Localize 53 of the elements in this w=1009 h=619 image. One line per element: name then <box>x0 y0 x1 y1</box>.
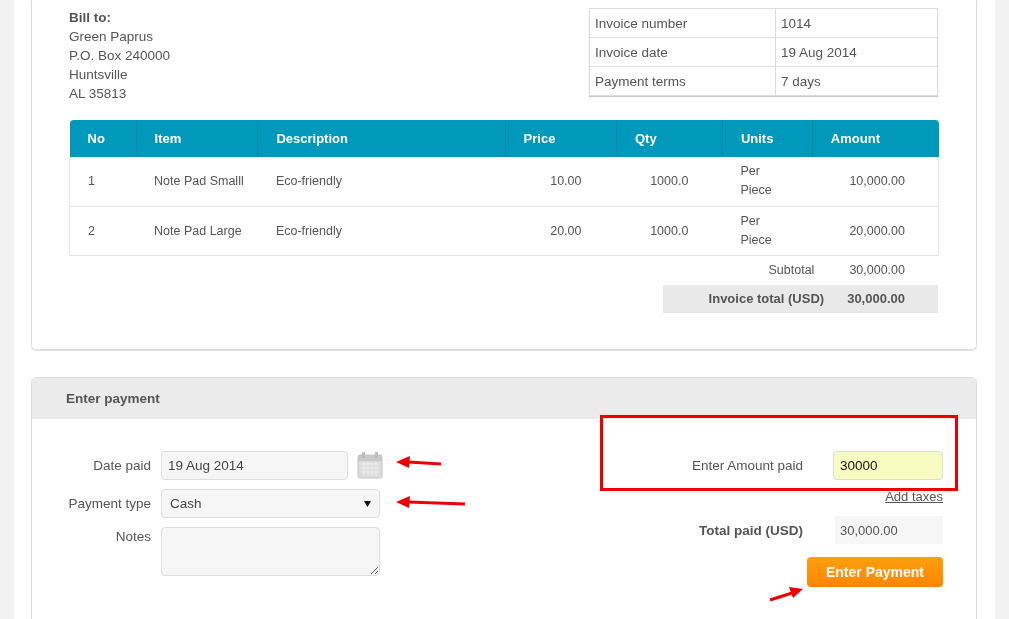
column-header: Item <box>136 120 258 157</box>
table-cell: Eco-friendly <box>257 206 506 255</box>
table-cell: Per Piece <box>722 157 813 206</box>
table-cell: 1014 <box>775 8 938 38</box>
column-header: Amount <box>812 120 939 157</box>
calendar-icon[interactable] <box>357 452 383 479</box>
table-cell: 1000.0 <box>616 206 723 255</box>
table-cell: Payment terms <box>589 66 776 96</box>
address-line: Green Paprus <box>69 28 155 46</box>
field-label: Enter Amount paid <box>690 458 803 473</box>
address-line: P.O. Box 240000 <box>69 47 171 65</box>
table-cell: 20,000.00 <box>812 206 939 255</box>
table-cell: Per Piece <box>722 206 813 255</box>
invoice-total-label: Invoice total (USD) <box>708 291 825 306</box>
field-label: Notes <box>114 528 152 544</box>
amount-field[interactable]: 30000 <box>833 451 943 480</box>
field-label: Date paid <box>92 458 152 473</box>
table-cell: Invoice date <box>589 37 776 67</box>
invoice-total-value: 30,000.00 <box>847 291 905 306</box>
table-cell: 20.00 <box>505 206 617 255</box>
caret-icon <box>364 500 371 507</box>
notes-field[interactable] <box>161 527 380 576</box>
table-cell: 10,000.00 <box>812 157 939 206</box>
table-cell: Note Pad Smalll <box>136 157 258 206</box>
column-header: Description <box>257 120 506 157</box>
table-cell: 2 <box>69 206 137 255</box>
column-header: No <box>69 120 137 157</box>
table-cell: 7 days <box>775 66 938 96</box>
bill-to-heading: Bill to: <box>69 9 112 27</box>
add-taxes-link[interactable]: Add taxes <box>885 489 943 504</box>
annotation-arrow <box>396 456 442 468</box>
table-cell: 10.00 <box>505 157 617 206</box>
table-cell: 1 <box>69 157 137 206</box>
table-cell: 1000.0 <box>616 157 723 206</box>
table-cell: 19 Aug 2014 <box>775 37 938 67</box>
table-cell: Eco-friendly <box>257 157 506 206</box>
subtotal-label: Subtotal <box>768 263 815 277</box>
payment-type-dropdown[interactable]: Cash <box>161 489 380 518</box>
column-header: Units <box>722 120 813 157</box>
total-paid-label: Total paid (USD) <box>698 522 803 538</box>
annotation-arrow <box>396 496 466 508</box>
total-paid-value: 30,000.00 <box>835 516 943 544</box>
annotation-arrow <box>769 587 803 602</box>
table-cell: Invoice number <box>589 8 776 38</box>
date-field[interactable]: 19 Aug 2014 <box>161 451 348 480</box>
field-label: Payment type <box>67 496 152 511</box>
subtotal-value: 30,000.00 <box>849 263 905 277</box>
address-line: Huntsville <box>69 66 129 84</box>
column-header: Price <box>505 120 617 157</box>
column-header: Qty <box>616 120 723 157</box>
section-title: Enter payment <box>66 391 160 406</box>
table-cell: Note Pad Large <box>136 206 258 255</box>
address-line: AL 35813 <box>69 85 128 103</box>
